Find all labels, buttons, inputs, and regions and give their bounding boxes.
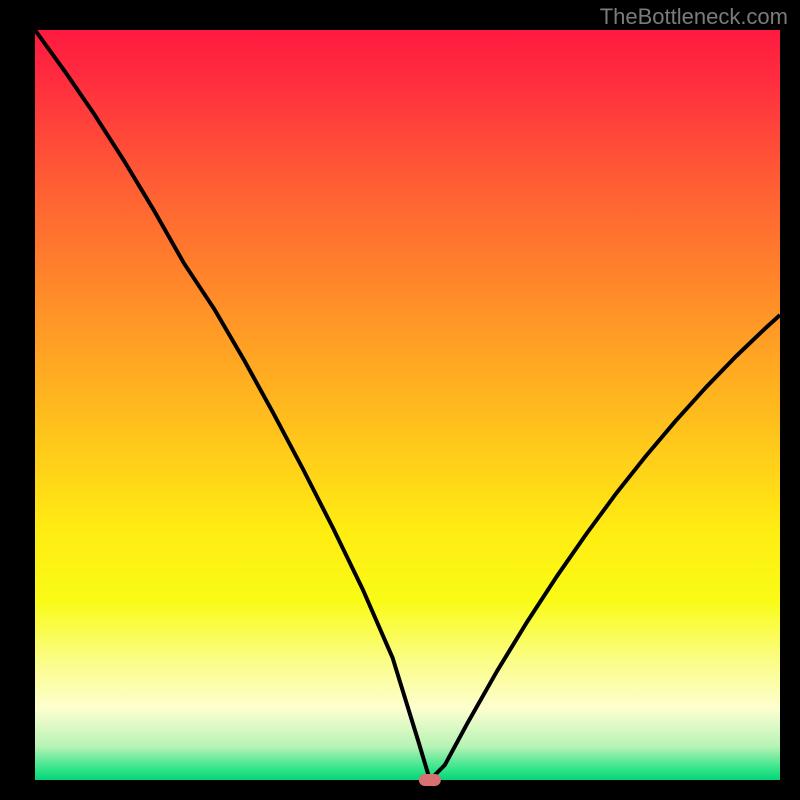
plot-area: [35, 30, 780, 780]
bottleneck-chart: [0, 0, 800, 800]
watermark-text: TheBottleneck.com: [600, 4, 788, 30]
chart-frame: TheBottleneck.com: [0, 0, 800, 800]
optimum-marker: [419, 774, 441, 786]
